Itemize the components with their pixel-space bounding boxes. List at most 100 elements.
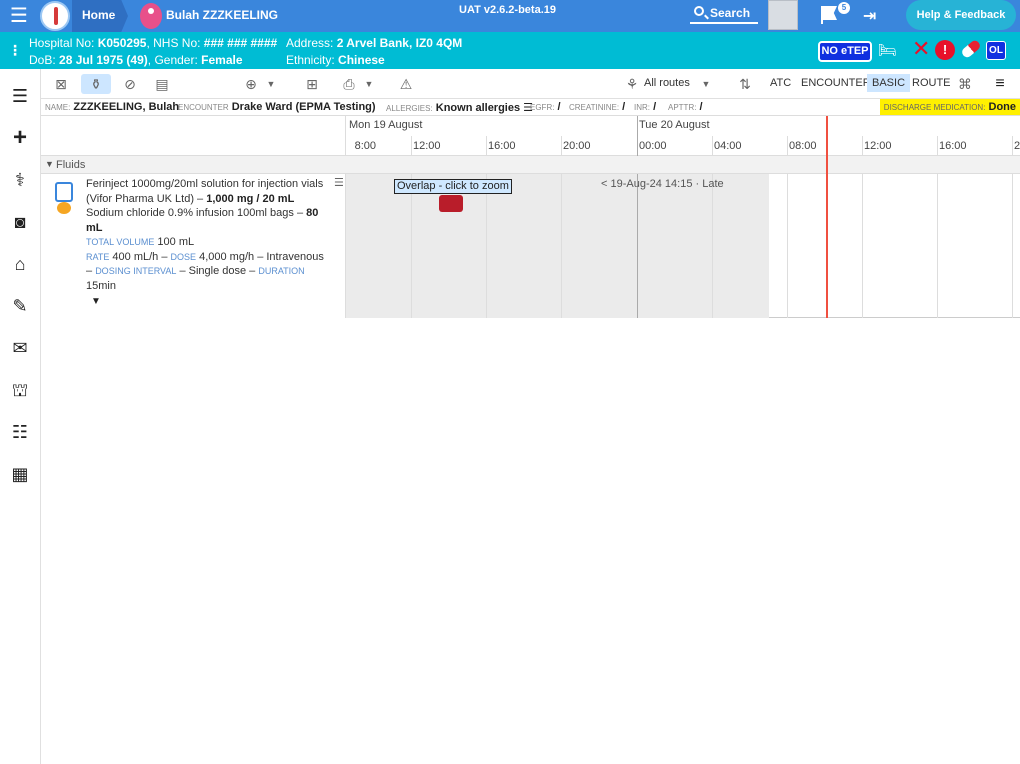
chart-edit-icon[interactable]: ✎ [8,294,32,318]
user-avatar[interactable] [768,0,798,30]
pill-icon[interactable] [960,38,982,60]
search-button[interactable]: Search [690,2,758,24]
overlap-zoom-button[interactable]: Overlap - click to zoom [394,179,512,194]
discharge-medication-badge[interactable]: Discharge medication: Done [879,99,1020,115]
bed-icon[interactable]: 🛏 [878,41,897,59]
no-etep-badge[interactable]: NO eTEP [818,41,872,62]
logout-icon[interactable]: ⇥ [863,6,883,25]
basic-button[interactable]: BASIC [867,74,911,92]
routes-icon[interactable]: ⚘ [621,74,643,94]
close-x-icon[interactable]: ✕ [912,38,930,60]
add-med-icon[interactable]: ⊕ [240,74,262,94]
hour-tick [486,136,487,156]
checklist-icon[interactable]: ☷ [8,420,32,444]
hour-label: 08:00 [789,140,817,152]
dob-value: 28 Jul 1975 (49) [59,53,148,67]
grid-line [862,174,863,318]
chevron-down-icon[interactable]: ▼ [265,74,277,94]
home-icon[interactable]: ⌂ [8,252,32,276]
hour-tick [712,136,713,156]
stethoscope-icon[interactable]: ⚕ [8,168,32,192]
nhs-no: ### ### #### [203,36,278,50]
late-dose-label: < 19-Aug-24 14:15 · Late [601,178,724,190]
route-button[interactable]: ROUTE [912,77,951,89]
timeline-grid: Overlap - click to zoom < 19-Aug-24 14:1… [346,174,1020,318]
home-breadcrumb[interactable]: Home [72,0,128,32]
atc-button[interactable]: ATC [770,77,791,89]
hour-label: 04:00 [714,140,742,152]
infusion-bag-icon [55,182,73,202]
discharge-label: Discharge medication: [883,103,986,112]
med-line2: Sodium chloride 0.9% infusion 100ml bags… [86,207,304,219]
collapse-triangle-icon[interactable]: ▼ [45,159,54,169]
interval-value: – Single dose – [179,265,256,277]
inbox-icon[interactable]: ✉ [8,336,32,360]
inr-label: INR: [634,103,650,112]
flag-icon[interactable] [821,6,837,20]
hour-label: 12:00 [864,140,892,152]
grid-line [712,174,713,318]
info-inr: INR: / [634,101,656,113]
table-icon[interactable]: ▦ [8,462,32,486]
day-divider-line [637,174,638,318]
total-volume-label: Total volume [86,237,155,247]
app-logo[interactable] [40,1,70,31]
dob-label: DoB: [29,53,56,67]
info-encounter: Encounter Drake Ward (EPMA Testing) [178,101,376,113]
hour-tick [862,136,863,156]
pill-outline-icon[interactable]: ⊘ [119,74,141,94]
egfr-label: eGFR: [530,103,555,112]
add-document-icon[interactable]: ⊞ [301,74,323,94]
print-chevron-icon[interactable]: ▼ [363,74,375,94]
kebab-icon[interactable]: ⋮ [8,42,22,59]
hour-tick [411,136,412,156]
day-divider [637,116,638,156]
help-feedback-button[interactable]: Help & Feedback [906,0,1016,30]
allergies-value: Known allergies [435,102,521,114]
list-icon[interactable]: ☰ [8,84,32,108]
day-label-1: Mon 19 August [349,119,423,131]
sort-icon[interactable]: ⇅ [734,74,756,94]
gender-value: Female [201,53,243,67]
gender-label: Gender: [154,53,198,67]
ol-badge[interactable]: OL [986,41,1006,60]
routes-select[interactable]: All routes [644,77,690,89]
hour-tick [787,136,788,156]
info-aptr: APTTR: / [668,101,703,113]
document-icon[interactable]: ▤ [151,74,173,94]
alert-icon[interactable]: ! [935,40,955,60]
medication-description[interactable]: ☰ Ferinject 1000mg/20ml solution for inj… [41,174,346,318]
info-allergies[interactable]: Allergies: Known allergies ☰ [386,101,533,114]
camera-icon[interactable]: ◙ [8,210,32,234]
group-row-fluids[interactable]: ▼ Fluids [41,156,1020,174]
print-icon[interactable]: ⎙ [338,74,360,94]
name-label: Name: [45,103,71,112]
creatinine-value: / [622,101,626,113]
expand-caret-icon[interactable]: ▼ [91,296,101,307]
info-creatinine: Creatinine: / [569,101,625,113]
grid-line [561,174,562,318]
warning-icon[interactable]: ⚠ [395,74,417,94]
hour-tick [561,136,562,156]
hamburger-icon[interactable]: ≡ [989,74,1011,94]
plus-icon[interactable]: + [8,126,32,150]
house-run-icon[interactable]: ⛫ [8,378,32,402]
late-dose-marker[interactable] [439,195,463,212]
hospital-nhs-row: Hospital No: K050295, NHS No: ### ### ##… [29,36,278,50]
row-menu-icon[interactable]: ☰ [334,176,344,189]
encounter-button[interactable]: ENCOUNTER [801,77,871,89]
hospital-label: Hospital No: [29,36,95,50]
patient-breadcrumb[interactable]: Bulah ZZZKEELING [166,8,278,22]
past-period-shading [346,174,769,318]
menu-icon[interactable]: ☰ [10,6,28,26]
discharge-value: Done [988,101,1017,113]
filter-icon[interactable]: ⌘ [954,74,976,94]
encounter-label: Encounter [178,103,229,112]
routes-chevron-icon[interactable]: ▼ [700,74,712,94]
hour-label: 16:00 [488,140,516,152]
prescribe-icon[interactable]: ⊠ [50,74,72,94]
address-row: Address: 2 Arvel Bank, IZ0 4QM [286,36,462,50]
home-label: Home [82,8,116,22]
infusion-icon[interactable]: ⚱ [81,74,111,94]
grid-line [1012,174,1013,318]
